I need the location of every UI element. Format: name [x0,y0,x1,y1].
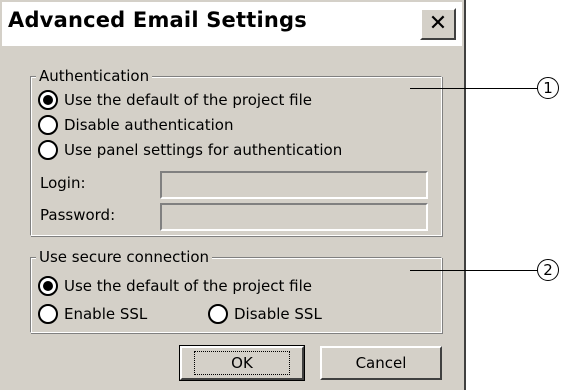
cancel-button-label: Cancel [355,354,407,372]
ssl-radio-disable-label: Disable SSL [234,305,322,323]
advanced-email-settings-dialog: Advanced Email Settings ✕ Authentication… [0,0,466,390]
ssl-radio-default-label: Use the default of the project file [64,277,313,295]
password-input[interactable] [162,205,426,229]
auth-radio-disable[interactable]: Disable authentication [38,114,233,136]
ssl-radio-enable-label: Enable SSL [64,305,148,323]
ok-button[interactable]: OK [179,345,305,381]
radio-button-icon [38,90,58,110]
login-label: Login: [40,174,86,192]
radio-button-icon [208,304,228,324]
dialog-title: Advanced Email Settings [8,8,307,32]
auth-radio-panel[interactable]: Use panel settings for authentication [38,139,342,161]
auth-radio-default[interactable]: Use the default of the project file [38,89,312,111]
password-field[interactable] [160,203,428,231]
callout-2: 2 [537,259,559,281]
login-input[interactable] [162,173,426,197]
ssl-radio-enable[interactable]: Enable SSL [38,303,147,325]
callout-1-number: 1 [543,79,553,97]
auth-radio-panel-label: Use panel settings for authentication [64,141,343,159]
callout-2-line [410,270,538,271]
close-icon: ✕ [428,11,448,36]
password-label: Password: [40,206,116,224]
radio-button-icon [38,304,58,324]
radio-button-icon [38,140,58,160]
cancel-button[interactable]: Cancel [320,346,442,380]
callout-2-number: 2 [543,261,553,279]
callout-1: 1 [537,77,559,99]
secure-connection-legend: Use secure connection [36,247,213,267]
auth-radio-default-label: Use the default of the project file [64,91,313,109]
title-bar: Advanced Email Settings ✕ [2,2,462,46]
radio-button-icon [38,276,58,296]
login-field[interactable] [160,171,428,199]
callout-1-line [410,88,538,89]
authentication-legend: Authentication [36,66,153,86]
ssl-radio-disable[interactable]: Disable SSL [208,303,322,325]
ok-button-label: OK [194,351,290,375]
radio-button-icon [38,115,58,135]
auth-radio-disable-label: Disable authentication [64,116,234,134]
close-button[interactable]: ✕ [420,8,456,40]
ssl-radio-default[interactable]: Use the default of the project file [38,275,312,297]
